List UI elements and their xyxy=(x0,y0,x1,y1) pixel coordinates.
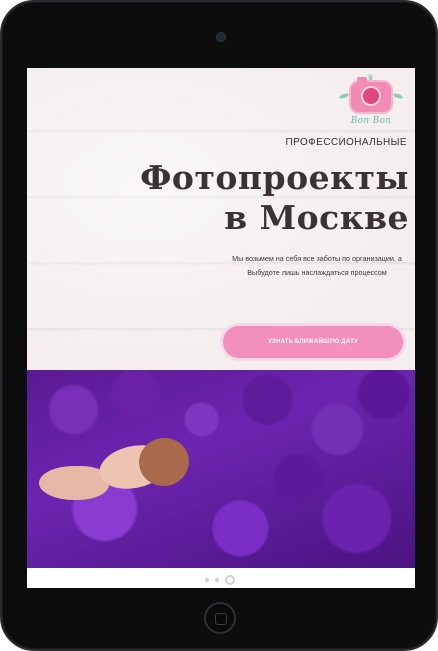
pagination-dot[interactable] xyxy=(205,578,209,582)
hero-title: Фотопроекты в Москве xyxy=(29,158,409,238)
hero-photo xyxy=(27,370,415,568)
logo[interactable]: ♛ Bon Bon xyxy=(338,73,404,132)
pagination-dots xyxy=(205,575,235,585)
leaf-icon-left xyxy=(338,92,350,100)
hero-title-line2: в Москве xyxy=(224,198,409,237)
logo-text: Bon Bon xyxy=(350,116,392,126)
tablet-frame: ♛ Bon Bon ПРОФЕССИОНАЛЬНЫЕ Фотопроекты в… xyxy=(0,0,438,651)
photo-model xyxy=(39,433,194,508)
cta-button[interactable]: УЗНАТЬ БЛИЖАЙШУЮ ДАТУ xyxy=(223,326,403,358)
hero-subtitle: ПРОФЕССИОНАЛЬНЫЕ xyxy=(285,137,407,148)
front-camera xyxy=(216,32,226,42)
hero-description: Мы возьмем на себя все заботы по организ… xyxy=(232,254,402,277)
hero-section: ♛ Bon Bon ПРОФЕССИОНАЛЬНЫЕ Фотопроекты в… xyxy=(27,68,415,370)
screen: ♛ Bon Bon ПРОФЕССИОНАЛЬНЫЕ Фотопроекты в… xyxy=(27,68,415,588)
crown-icon: ♛ xyxy=(367,73,375,82)
hero-title-line1: Фотопроекты xyxy=(140,158,409,197)
leaf-icon-right xyxy=(392,92,404,100)
home-button[interactable] xyxy=(204,602,236,634)
camera-icon xyxy=(351,77,391,112)
pagination-dot[interactable] xyxy=(215,578,219,582)
pagination-dot-active[interactable] xyxy=(225,575,235,585)
